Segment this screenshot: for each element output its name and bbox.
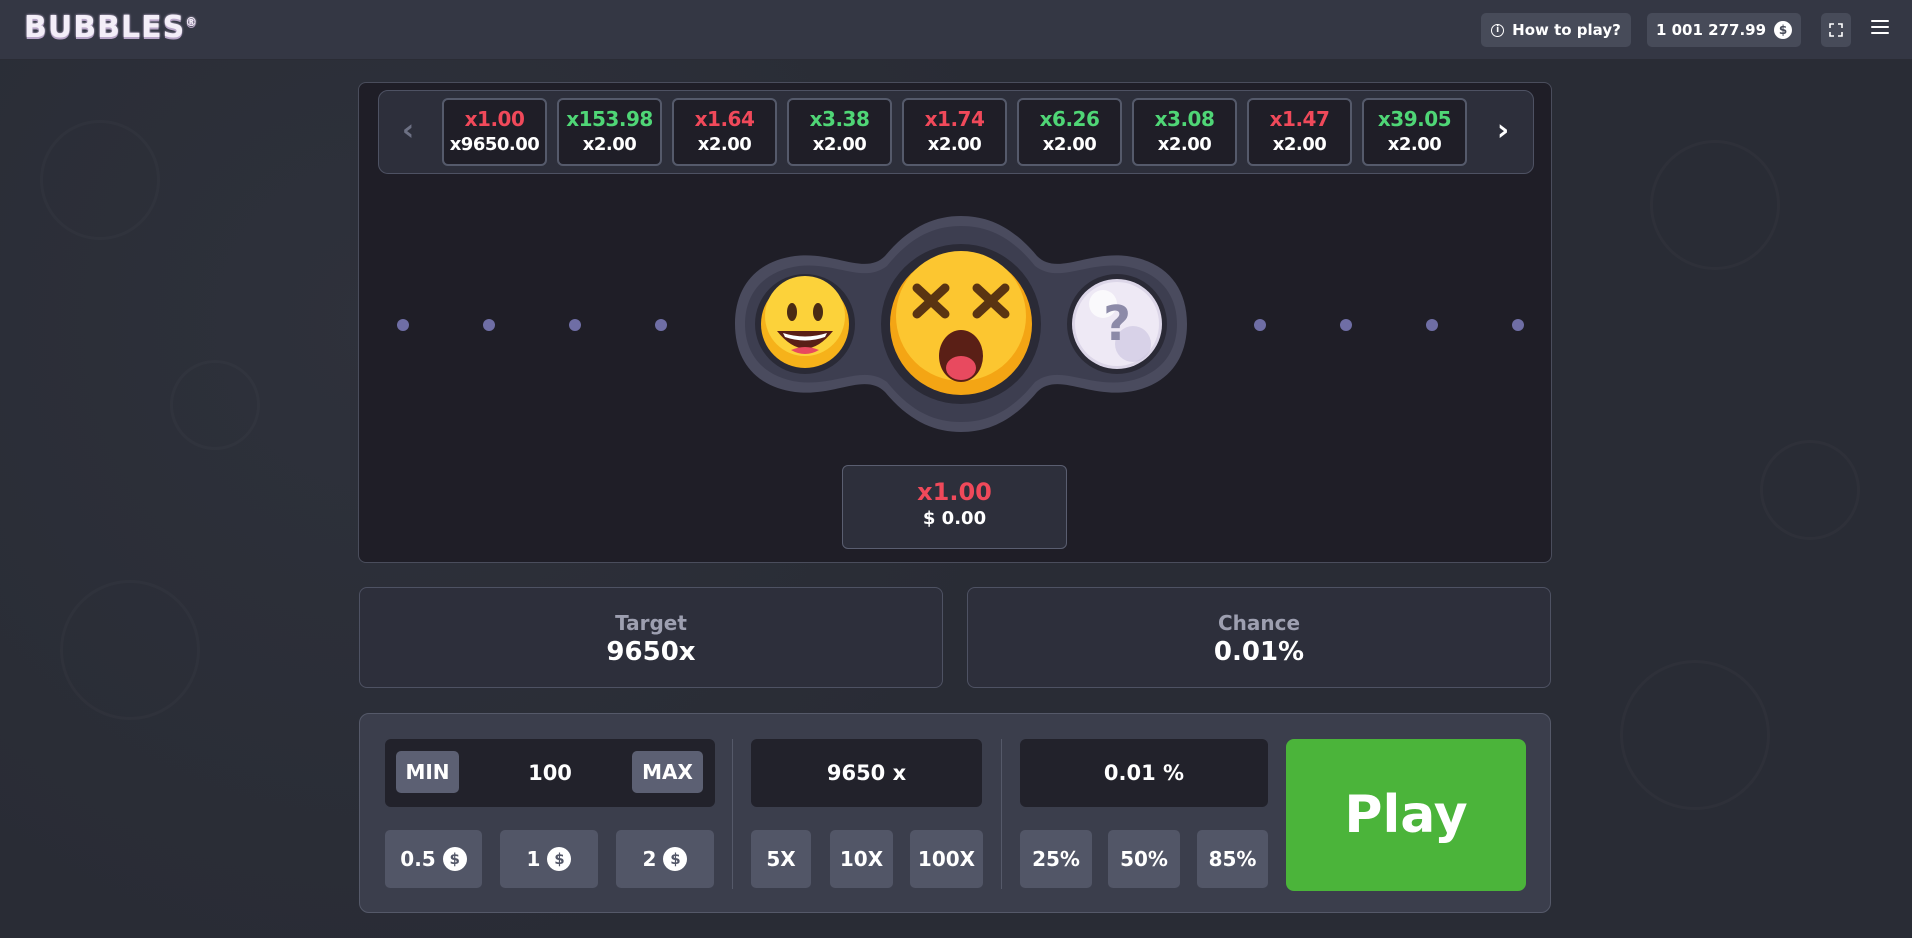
history-strip: ‹ x1.00 x9650.00 x153.98 x2.00 x1.64 x2.00 x3.… [378,90,1534,174]
chance-preset-25[interactable]: 25% [1020,830,1092,888]
dizzy-face-icon [881,244,1041,404]
play-button[interactable]: Play [1286,739,1526,891]
game-panel: ‹ x1.00 x9650.00 x153.98 x2.00 x1.64 x2.00 x3.… [358,82,1552,563]
history-target: x2.00 [1272,134,1327,155]
history-multiplier: x1.47 [1269,107,1330,131]
target-label: Target [615,611,687,635]
history-multiplier: x1.00 [464,107,525,131]
history-item[interactable]: x3.08 x2.00 [1132,98,1237,166]
target-multiplier-input[interactable]: 9650 x [751,739,982,807]
chance-preset-50[interactable]: 50% [1108,830,1180,888]
history-target: x2.00 [1042,134,1097,155]
top-bar: BUBBLES® i How to play? 1 001 277.99 $ [0,0,1912,60]
bet-amount-field: MIN 100 MAX [385,739,715,807]
history-target: x2.00 [697,134,752,155]
track-dot [655,319,667,331]
target-value: 9650x [606,637,696,667]
dollar-coin-icon: $ [1774,21,1793,39]
target-preset-100x[interactable]: 100X [910,830,983,888]
target-preset-10x[interactable]: 10X [830,830,893,888]
bet-controls: MIN 100 MAX 0.5 $ 1 $ 2 $ 9650 x 5X 10X … [359,713,1551,913]
bubble-pod: ? [735,216,1187,432]
balance-display: 1 001 277.99 $ [1647,13,1801,47]
dollar-coin-icon: $ [663,847,688,871]
question-bubble-icon: ? [1067,274,1167,374]
chevron-left-icon[interactable]: ‹ [393,116,423,147]
track-dot [1512,319,1524,331]
history-item[interactable]: x1.00 x9650.00 [442,98,547,166]
history-target: x9650.00 [449,134,540,155]
grinning-face-icon [755,274,855,374]
divider [732,739,733,889]
dollar-coin-icon: $ [547,847,572,871]
history-target: x2.00 [812,134,867,155]
result-payout: $ 0.00 [922,508,987,529]
history-item[interactable]: x1.47 x2.00 [1247,98,1352,166]
history-item[interactable]: x1.64 x2.00 [672,98,777,166]
history-multiplier: x1.74 [924,107,985,131]
track-dot [1426,319,1438,331]
history-item[interactable]: x6.26 x2.00 [1017,98,1122,166]
history-multiplier: x1.64 [694,107,755,131]
logo: BUBBLES® [24,10,199,45]
bet-preset-0-5[interactable]: 0.5 $ [385,830,482,888]
bet-preset-1[interactable]: 1 $ [500,830,598,888]
dollar-coin-icon: $ [442,847,467,871]
chance-input[interactable]: 0.01 % [1020,739,1268,807]
how-to-play-label: How to play? [1512,21,1621,39]
chance-value: 0.01% [1213,637,1305,667]
chance-label: Chance [1217,611,1301,635]
history-item[interactable]: x153.98 x2.00 [557,98,662,166]
max-bet-button[interactable]: MAX [632,751,703,793]
menu-icon[interactable] [1871,20,1889,36]
history-item[interactable]: x39.05 x2.00 [1362,98,1467,166]
history-item[interactable]: x3.38 x2.00 [787,98,892,166]
track-dot [483,319,495,331]
target-display: Target 9650x [359,587,943,688]
fullscreen-button[interactable] [1821,13,1851,47]
bet-preset-label: 1 [526,847,541,871]
balance-value: 1 001 277.99 [1655,21,1767,39]
bet-amount-input[interactable]: 100 [485,739,615,807]
bet-preset-2[interactable]: 2 $ [616,830,714,888]
history-target: x2.00 [1387,134,1442,155]
bet-preset-label: 2 [642,847,657,871]
min-bet-button[interactable]: MIN [396,751,459,793]
divider [1001,739,1002,889]
history-multiplier: x3.38 [809,107,870,131]
history-target: x2.00 [582,134,637,155]
bet-preset-label: 0.5 [400,847,436,871]
how-to-play-button[interactable]: i How to play? [1481,13,1631,47]
info-icon: i [1491,23,1505,37]
round-result: x1.00 $ 0.00 [842,465,1067,549]
history-multiplier: x6.26 [1039,107,1100,131]
result-multiplier: x1.00 [917,478,992,506]
history-multiplier: x153.98 [566,107,653,131]
history-target: x2.00 [1157,134,1212,155]
chance-display: Chance 0.01% [967,587,1551,688]
history-target: x2.00 [927,134,982,155]
target-preset-5x[interactable]: 5X [751,830,811,888]
chance-preset-85[interactable]: 85% [1197,830,1268,888]
fullscreen-icon [1829,23,1843,37]
chevron-right-icon[interactable]: › [1488,116,1518,147]
track-dot [1254,319,1266,331]
history-item[interactable]: x1.74 x2.00 [902,98,1007,166]
history-multiplier: x3.08 [1154,107,1215,131]
track-dot [397,319,409,331]
track-dot [1340,319,1352,331]
track-dot [569,319,581,331]
svg-text:?: ? [1103,296,1131,352]
history-multiplier: x39.05 [1377,107,1452,131]
